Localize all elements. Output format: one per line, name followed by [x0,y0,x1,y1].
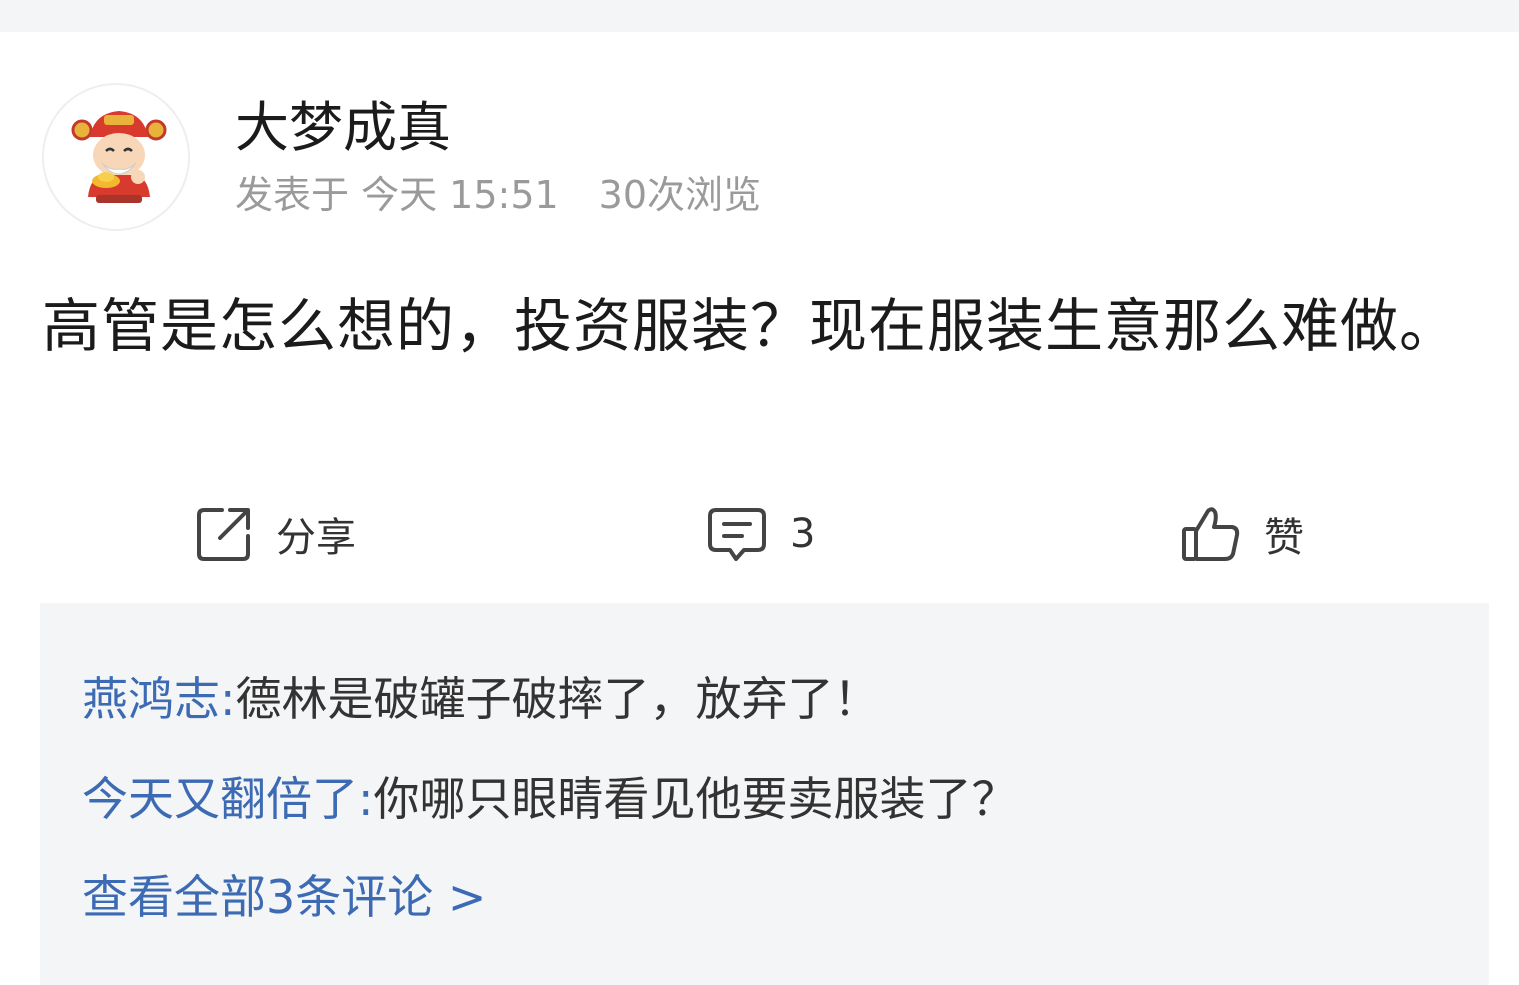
share-button[interactable]: 分享 [194,502,356,566]
comment-button[interactable]: 3 [706,502,815,566]
comment-item: 燕鸿志:德林是破罐子破摔了，放弃了！ [82,669,880,729]
like-label: 赞 [1264,515,1304,561]
comment-text: 你哪只眼睛看见他要卖服装了？ [373,772,1018,826]
comments-preview: 燕鸿志:德林是破罐子破摔了，放弃了！ 今天又翻倍了:你哪只眼睛看见他要卖服装了？… [40,603,1489,985]
comment-item: 今天又翻倍了:你哪只眼睛看见他要卖服装了？ [82,769,1018,829]
avatar[interactable] [42,83,190,231]
post-content: 高管是怎么想的，投资服装？现在服装生意那么难做。 [42,292,1459,360]
author-name[interactable]: 大梦成真 [235,92,451,164]
comment-count: 3 [790,511,816,557]
view-all-comments-link[interactable]: 查看全部3条评论 > [82,867,486,927]
share-label: 分享 [276,515,356,561]
view-count: 30次浏览 [598,173,762,217]
like-button[interactable]: 赞 [1180,502,1304,566]
thumbs-up-icon [1180,503,1242,565]
comment-text: 德林是破罐子破摔了，放弃了！ [235,672,880,726]
comment-author[interactable]: 燕鸿志: [82,672,236,726]
comment-bubble-icon [706,504,768,564]
comment-author[interactable]: 今天又翻倍了: [82,772,374,826]
post-meta: 发表于 今天 15:51 30次浏览 [235,170,761,220]
share-icon [194,504,254,564]
god-of-wealth-avatar-icon [71,111,167,203]
top-divider-strip [0,0,1519,32]
post-time: 发表于 今天 15:51 [235,173,559,217]
post-card: 大梦成真 发表于 今天 15:51 30次浏览 高管是怎么想的，投资服装？现在服装… [0,0,1519,985]
